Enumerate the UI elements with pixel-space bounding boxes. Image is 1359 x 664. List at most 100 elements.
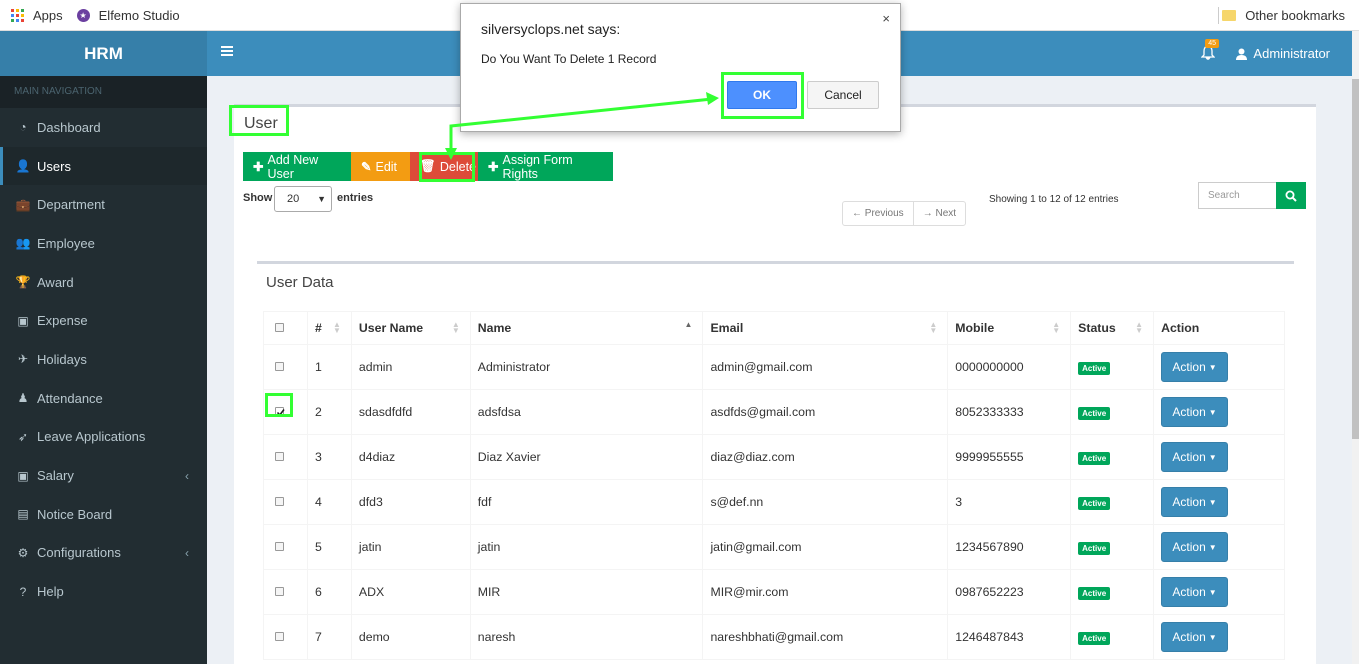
row-checkbox[interactable] — [275, 542, 284, 551]
row-mobile: 0000000000 — [947, 344, 1072, 390]
sidebar-item-users[interactable]: 👤 Users — [0, 146, 207, 186]
caret-down-icon: ▼ — [1208, 542, 1217, 552]
sidebar-item-salary[interactable]: ▣ Salary ‹ — [0, 456, 207, 495]
users-icon: 👥 — [15, 236, 31, 251]
sidebar-item-expense[interactable]: ▣ Expense — [0, 301, 207, 340]
row-num: 3 — [306, 434, 352, 480]
table-title: User Data — [266, 274, 334, 291]
assign-rights-button[interactable]: ✚ Assign Form Rights — [478, 152, 613, 181]
sidebar-item-leave-applications[interactable]: ➶ Leave Applications — [0, 418, 207, 457]
row-email: jatin@gmail.com — [702, 524, 949, 570]
col-name-label: Name — [477, 321, 512, 335]
row-checkbox[interactable] — [275, 407, 285, 417]
row-status-cell: Active — [1070, 569, 1155, 615]
action-label: Action — [1172, 405, 1206, 419]
chevron-left-icon: ‹ — [185, 468, 189, 483]
action-dropdown-button[interactable]: Action ▼ — [1161, 352, 1229, 382]
logo[interactable]: HRM — [0, 31, 207, 76]
col-mobile-label: Mobile — [955, 321, 995, 335]
col-status[interactable]: Status ▲ ▼ — [1070, 311, 1155, 345]
col-num[interactable]: # ▲ ▼ — [306, 311, 352, 345]
page-size-select[interactable]: 20 ▼ — [274, 186, 332, 212]
row-username: sdasdfdfd — [350, 389, 471, 435]
sidebar-item-configurations[interactable]: ⚙ Configurations ‹ — [0, 534, 207, 573]
rocket-icon: ➶ — [17, 429, 29, 444]
row-email: diaz@diaz.com — [702, 434, 949, 480]
sidebar-item-notice-board[interactable]: ▤ Notice Board — [0, 495, 207, 534]
sidebar-item-dashboard[interactable]: ◔ Dashboard — [0, 108, 207, 147]
menu-toggle-icon[interactable] — [221, 46, 233, 56]
row-name: Administrator — [469, 344, 704, 390]
row-checkbox[interactable] — [275, 452, 284, 461]
sidebar-item-holidays[interactable]: ✈ Holidays — [0, 340, 207, 379]
row-num: 7 — [306, 614, 352, 660]
row-mobile: 8052333333 — [947, 389, 1072, 435]
sidebar-item-employee[interactable]: 👥 Employee — [0, 224, 207, 263]
chevron-left-icon: ‹ — [185, 545, 189, 560]
col-status-label: Status — [1078, 321, 1116, 335]
action-dropdown-button[interactable]: Action ▼ — [1161, 442, 1229, 472]
other-bookmarks[interactable]: Other bookmarks — [1222, 8, 1345, 23]
row-username: admin — [350, 344, 471, 390]
row-mobile: 3 — [947, 479, 1072, 525]
add-user-button[interactable]: ✚ Add New User — [243, 152, 351, 181]
action-dropdown-button[interactable]: Action ▼ — [1161, 397, 1229, 427]
elfemo-bookmark[interactable]: ★ Elfemo Studio — [76, 8, 180, 23]
sidebar-item-label: Department — [37, 197, 105, 213]
row-name: jatin — [469, 524, 704, 570]
page-title: User — [244, 115, 278, 132]
sidebar-item-attendance[interactable]: ♟ Attendance — [0, 379, 207, 418]
row-status-cell: Active — [1070, 479, 1155, 525]
table-row: 2 sdasdfdfd adsfdsa asdfds@gmail.com 8052333… — [263, 389, 1285, 435]
row-mobile: 1246487843 — [947, 614, 1072, 660]
action-dropdown-button[interactable]: Action ▼ — [1161, 532, 1229, 562]
person-icon: ♟ — [17, 391, 29, 406]
col-mobile[interactable]: Mobile ▲ ▼ — [947, 311, 1072, 345]
action-label: Action — [1172, 540, 1206, 554]
action-dropdown-button[interactable]: Action ▼ — [1161, 577, 1229, 607]
user-menu[interactable]: Administrator — [1236, 46, 1330, 61]
col-username[interactable]: User Name ▲ ▼ — [350, 311, 471, 345]
sidebar-item-help[interactable]: ? Help — [0, 572, 207, 611]
row-email: s@def.nn — [702, 479, 949, 525]
row-num: 4 — [306, 479, 352, 525]
status-badge: Active — [1078, 587, 1111, 600]
apps-bookmark[interactable]: Apps — [11, 8, 63, 23]
action-dropdown-button[interactable]: Action ▼ — [1161, 622, 1229, 652]
next-button[interactable]: → Next — [912, 202, 965, 225]
row-name: naresh — [469, 614, 704, 660]
row-checkbox[interactable] — [275, 362, 284, 371]
select-all-header — [263, 311, 308, 345]
sidebar-item-award[interactable]: 🏆 Award — [0, 263, 207, 302]
row-username: dfd3 — [350, 479, 471, 525]
nav-header: MAIN NAVIGATION — [0, 76, 207, 108]
delete-button[interactable]: 🗑 Delete — [410, 152, 478, 181]
page-scrollbar[interactable] — [1352, 31, 1359, 664]
search-input[interactable]: Search — [1198, 182, 1278, 209]
scrollbar-thumb[interactable] — [1352, 79, 1359, 439]
col-email[interactable]: Email ▲ ▼ — [702, 311, 949, 345]
sidebar: HRM MAIN NAVIGATION ◔ Dashboard 👤 Users 💼 Dep… — [0, 31, 207, 664]
sidebar-item-label: Salary — [37, 468, 74, 484]
select-all-checkbox[interactable] — [275, 323, 284, 332]
close-icon[interactable]: × — [882, 11, 890, 26]
ok-button[interactable]: OK — [727, 81, 797, 109]
row-checkbox[interactable] — [275, 587, 284, 596]
search-button[interactable] — [1276, 182, 1306, 209]
row-checkbox[interactable] — [275, 632, 284, 641]
action-dropdown-button[interactable]: Action ▼ — [1161, 487, 1229, 517]
row-status-cell: Active — [1070, 389, 1155, 435]
previous-button[interactable]: ← Previous — [843, 202, 913, 225]
col-email-label: Email — [710, 321, 744, 335]
row-action-cell: Action ▼ — [1153, 524, 1285, 570]
col-name[interactable]: Name ▲ — [469, 311, 704, 345]
row-name: MIR — [469, 569, 704, 615]
sidebar-item-department[interactable]: 💼 Department — [0, 185, 207, 224]
cancel-button[interactable]: Cancel — [807, 81, 879, 109]
row-checkbox[interactable] — [275, 497, 284, 506]
sidebar-item-label: Configurations — [37, 545, 121, 561]
dialog-message: Do You Want To Delete 1 Record — [481, 52, 657, 66]
edit-button[interactable]: ✎ Edit — [351, 152, 410, 181]
row-select-cell — [263, 389, 308, 435]
row-name: Diaz Xavier — [469, 434, 704, 480]
